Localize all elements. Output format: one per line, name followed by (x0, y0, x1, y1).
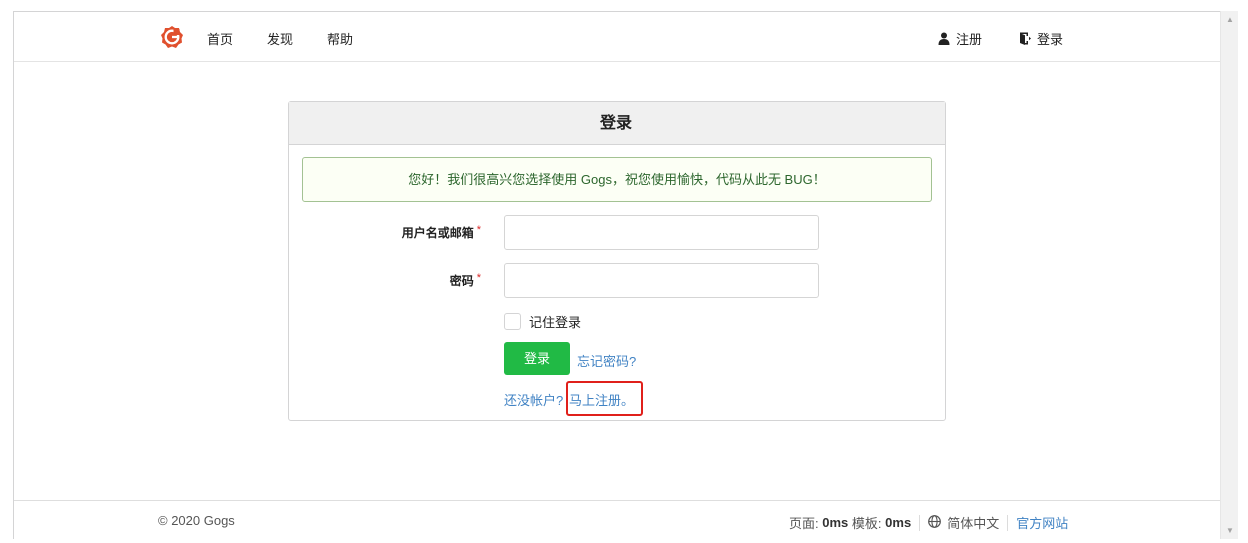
template-time-value: 0ms (885, 515, 912, 530)
nav-register-link[interactable]: 注册 (938, 29, 982, 48)
no-account-text: 还没帐户? (504, 393, 564, 408)
remember-me[interactable]: 记住登录 (504, 312, 581, 331)
gogs-logo-icon[interactable] (160, 25, 184, 49)
globe-icon (928, 514, 942, 531)
nav-explore-link[interactable]: 发现 (267, 29, 293, 48)
page-time-value: 0ms (822, 515, 849, 530)
nav-login-label: 登录 (1037, 32, 1064, 47)
nav-home-link[interactable]: 首页 (207, 29, 233, 48)
forgot-password-link[interactable]: 忘记密码? (577, 351, 636, 370)
required-marker: * (476, 224, 481, 236)
divider (1007, 514, 1009, 531)
divider (919, 514, 921, 531)
required-marker: * (476, 272, 481, 284)
signup-link[interactable]: 马上注册。 (569, 390, 634, 409)
scroll-down-arrow-icon[interactable]: ▼ (1221, 522, 1239, 539)
footer-stats: 页面: 0ms 模板: 0ms 简体中文 官方网站 (789, 513, 1068, 532)
remember-checkbox[interactable] (504, 313, 521, 330)
welcome-message: 您好！我们很高兴您选择使用 Gogs，祝您使用愉快，代码从此无 BUG！ (302, 157, 932, 202)
user-icon (938, 32, 950, 45)
username-label: 用户名或邮箱 * (401, 224, 481, 240)
language-selector[interactable]: 简体中文 (928, 513, 999, 532)
panel-title: 登录 (289, 102, 945, 145)
sign-in-icon (1019, 32, 1031, 45)
language-label: 简体中文 (947, 516, 1000, 531)
nav-register-label: 注册 (956, 32, 983, 47)
vertical-scrollbar[interactable]: ▲ ▼ (1220, 11, 1238, 539)
page-time-label: 页面: (789, 516, 819, 531)
password-input[interactable] (504, 263, 819, 298)
username-input[interactable] (504, 215, 819, 250)
remember-label: 记住登录 (529, 315, 582, 330)
login-button[interactable]: 登录 (504, 342, 570, 375)
password-label: 密码 * (449, 272, 481, 288)
official-site-link[interactable]: 官方网站 (1016, 513, 1068, 532)
nav-help-link[interactable]: 帮助 (327, 29, 353, 48)
footer: © 2020 Gogs 页面: 0ms 模板: 0ms 简体中文 官方网站 (14, 500, 1220, 539)
copyright: © 2020 Gogs (158, 513, 235, 528)
nav-login-link[interactable]: 登录 (1019, 29, 1063, 48)
top-navbar: 首页 发现 帮助 注册 登录 (14, 12, 1220, 62)
login-panel: 登录 您好！我们很高兴您选择使用 Gogs，祝您使用愉快，代码从此无 BUG！ … (288, 101, 946, 421)
scroll-up-arrow-icon[interactable]: ▲ (1221, 11, 1239, 28)
template-time-label: 模板: (851, 516, 882, 531)
